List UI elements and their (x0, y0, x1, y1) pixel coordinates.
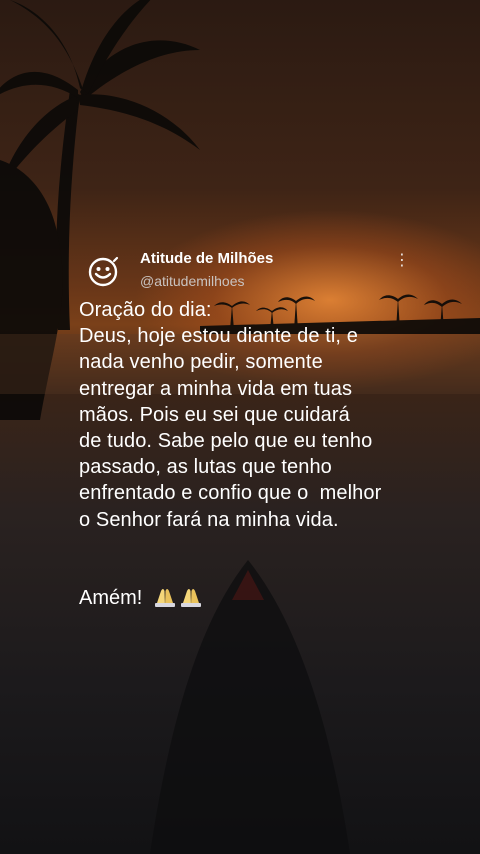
post-line: passado, as lutas que tenho (79, 456, 332, 479)
post-line: o Senhor fará na minha vida. (79, 508, 339, 531)
smiley-face-icon[interactable] (86, 255, 120, 289)
author-name[interactable]: Atitude de Milhões (140, 250, 273, 267)
post-line: mãos. Pois eu sei que cuidará (79, 403, 350, 426)
post-line: nada venho pedir, somente (79, 351, 323, 374)
post-line: Deus, hoje estou diante de ti, e (79, 325, 358, 348)
post-line: entregar a minha vida em tuas (79, 377, 353, 400)
post-closing: Amém! (79, 585, 204, 611)
praying-hands-icon (154, 589, 201, 607)
post-text: Oração do dia: Deus, hoje estou diante d… (79, 297, 439, 533)
more-vertical-icon[interactable]: ⋮ (394, 251, 410, 271)
post-line: enfrentado e confio que o melhor (79, 482, 382, 505)
post-line: Oração do dia: (79, 299, 212, 321)
author-handle[interactable]: @atitudemilhoes (140, 273, 245, 289)
tweet-header: Atitude de Milhões @atitudemilhoes ⋮ (86, 248, 416, 292)
post-line: de tudo. Sabe pelo que eu tenho (79, 430, 373, 453)
closing-text: Amém! (79, 587, 143, 609)
